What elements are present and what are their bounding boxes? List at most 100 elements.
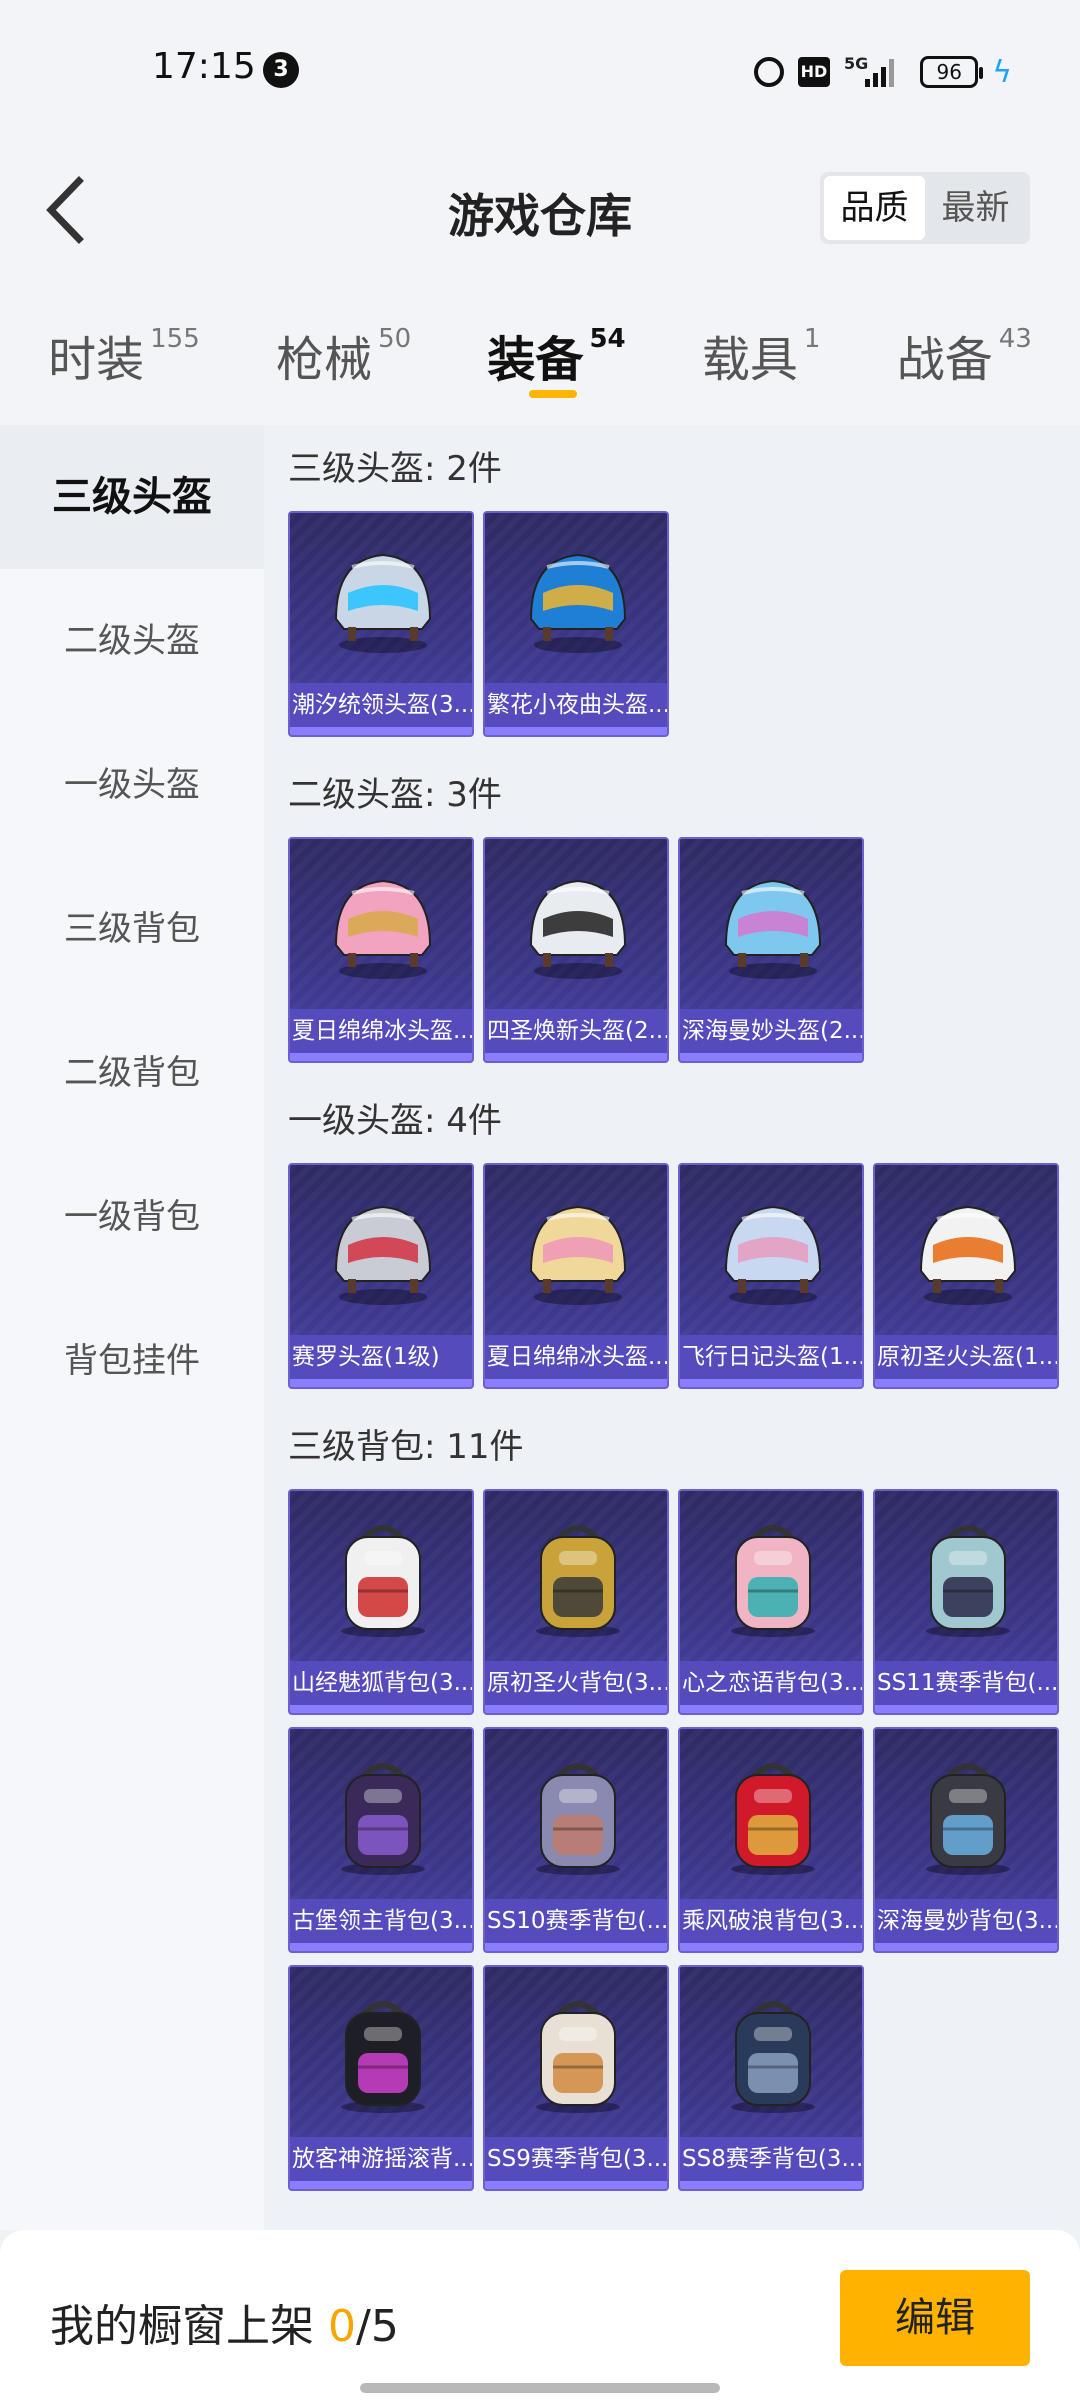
quality-stripe [485, 1053, 667, 1061]
quality-stripe [290, 1943, 472, 1951]
item-name: 深海曼妙头盔(2... [680, 1009, 862, 1053]
header: 游戏仓库 品质 最新 [0, 140, 1080, 280]
item-card[interactable]: 放客神游摇滚背... [288, 1965, 474, 2191]
item-card[interactable]: SS11赛季背包(... [873, 1489, 1059, 1715]
sidebar-item[interactable]: 三级头盔 [0, 425, 264, 569]
tab-count: 155 [150, 324, 200, 354]
quality-stripe [875, 1379, 1057, 1387]
status-time: 17:15 [152, 46, 256, 87]
item-card[interactable]: 飞行日记头盔(1... [678, 1163, 864, 1389]
inventory-content[interactable]: 三级头盔: 2件 潮汐统领头盔(3... 繁花小夜曲头盔... 二级头盔: 3件 … [264, 425, 1080, 2230]
quality-stripe [485, 1379, 667, 1387]
tab-2[interactable]: 装备 54 [487, 280, 626, 425]
notification-count-badge: 3 [263, 52, 299, 88]
item-card[interactable]: SS8赛季背包(3... [678, 1965, 864, 2191]
edit-button[interactable]: 编辑 [840, 2270, 1030, 2366]
status-icons: HD 5G 96 ϟ [753, 52, 1012, 92]
item-card[interactable]: 乘风破浪背包(3... [678, 1727, 864, 1953]
item-name: 四圣焕新头盔(2... [485, 1009, 667, 1053]
network-type: 5G [843, 54, 869, 73]
category-tabs: 时装 155 枪械 50 装备 54 载具 1 战备 43 [0, 280, 1080, 425]
item-card[interactable]: 深海曼妙背包(3... [873, 1727, 1059, 1953]
backpack-icon [903, 1511, 1033, 1641]
sort-option[interactable]: 最新 [925, 176, 1026, 240]
item-name: 古堡领主背包(3... [290, 1899, 472, 1943]
section-title: 三级背包: 11件 [288, 1427, 524, 1467]
item-card[interactable]: 古堡领主背包(3... [288, 1727, 474, 1953]
backpack-icon [513, 1987, 643, 2117]
sidebar-item[interactable]: 二级头盔 [0, 569, 264, 713]
item-card[interactable]: 原初圣火背包(3... [483, 1489, 669, 1715]
hd-icon: HD [797, 57, 830, 87]
tab-3[interactable]: 载具 1 [702, 280, 821, 425]
backpack-icon [318, 1987, 448, 2117]
quality-stripe [485, 727, 667, 735]
tab-4[interactable]: 战备 43 [897, 280, 1032, 425]
item-name: 山经魅狐背包(3... [290, 1661, 472, 1705]
sidebar-item[interactable]: 一级头盔 [0, 713, 264, 857]
sidebar: 三级头盔 二级头盔 一级头盔 三级背包 二级背包 一级背包 背包挂件 [0, 425, 264, 2230]
item-card[interactable]: 潮汐统领头盔(3... [288, 511, 474, 737]
quality-stripe [290, 1379, 472, 1387]
tab-label: 时装 [48, 332, 145, 388]
showcase-count: 0 [328, 2301, 356, 2352]
tab-label: 装备 [487, 332, 584, 388]
sidebar-item[interactable]: 二级背包 [0, 1001, 264, 1145]
tab-0[interactable]: 时装 155 [48, 280, 200, 425]
quality-stripe [680, 1943, 862, 1951]
tab-1[interactable]: 枪械 50 [276, 280, 411, 425]
backpack-icon [903, 1749, 1033, 1879]
item-name: 深海曼妙背包(3... [875, 1899, 1057, 1943]
item-name: 潮汐统领头盔(3... [290, 683, 472, 727]
item-name: 乘风破浪背包(3... [680, 1899, 862, 1943]
item-card[interactable]: 繁花小夜曲头盔... [483, 511, 669, 737]
charging-icon: ϟ [992, 54, 1012, 90]
item-card[interactable]: 心之恋语背包(3... [678, 1489, 864, 1715]
tab-count: 54 [589, 324, 626, 354]
item-card[interactable]: 夏日绵绵冰头盔... [483, 1163, 669, 1389]
item-name: SS10赛季背包(... [485, 1899, 667, 1943]
item-name: SS11赛季背包(... [875, 1661, 1057, 1705]
quality-stripe [290, 1053, 472, 1061]
showcase-total: /5 [356, 2301, 399, 2352]
sidebar-item[interactable]: 一级背包 [0, 1145, 264, 1289]
item-name: 原初圣火头盔(1... [875, 1335, 1057, 1379]
showcase-label: 我的橱窗上架 [50, 2301, 328, 2352]
item-card[interactable]: 四圣焕新头盔(2... [483, 837, 669, 1063]
sidebar-item[interactable]: 背包挂件 [0, 1289, 264, 1433]
item-card[interactable]: 山经魅狐背包(3... [288, 1489, 474, 1715]
helmet-icon [708, 859, 838, 989]
helmet-icon [318, 1185, 448, 1315]
tab-label: 载具 [701, 332, 798, 388]
item-name: 心之恋语背包(3... [680, 1661, 862, 1705]
item-card[interactable]: 夏日绵绵冰头盔... [288, 837, 474, 1063]
item-card[interactable]: SS10赛季背包(... [483, 1727, 669, 1953]
tab-count: 1 [803, 324, 821, 354]
section-title: 一级头盔: 4件 [288, 1101, 502, 1141]
item-card[interactable]: SS9赛季背包(3... [483, 1965, 669, 2191]
item-card[interactable]: 原初圣火头盔(1... [873, 1163, 1059, 1389]
tab-label: 战备 [896, 332, 993, 388]
helmet-icon [513, 859, 643, 989]
quality-stripe [485, 2181, 667, 2189]
alarm-icon [753, 57, 784, 87]
quality-stripe [485, 1705, 667, 1713]
home-indicator[interactable] [360, 2383, 720, 2393]
quality-stripe [290, 727, 472, 735]
tab-active-indicator [529, 390, 578, 398]
backpack-icon [513, 1749, 643, 1879]
sort-option[interactable]: 品质 [824, 176, 925, 240]
helmet-icon [513, 533, 643, 663]
sort-toggle: 品质 最新 [820, 172, 1030, 244]
helmet-icon [903, 1185, 1033, 1315]
quality-stripe [290, 1705, 472, 1713]
bottom-bar: 我的橱窗上架 0/5 编辑 [0, 2230, 1080, 2400]
backpack-icon [513, 1511, 643, 1641]
item-grid: 山经魅狐背包(3... 原初圣火背包(3... 心之恋语背包(3... SS11… [288, 1489, 1080, 2191]
sidebar-item[interactable]: 三级背包 [0, 857, 264, 1001]
item-card[interactable]: 深海曼妙头盔(2... [678, 837, 864, 1063]
item-card[interactable]: 赛罗头盔(1级) [288, 1163, 474, 1389]
quality-stripe [680, 1379, 862, 1387]
item-name: 夏日绵绵冰头盔... [485, 1335, 667, 1379]
backpack-icon [708, 1749, 838, 1879]
